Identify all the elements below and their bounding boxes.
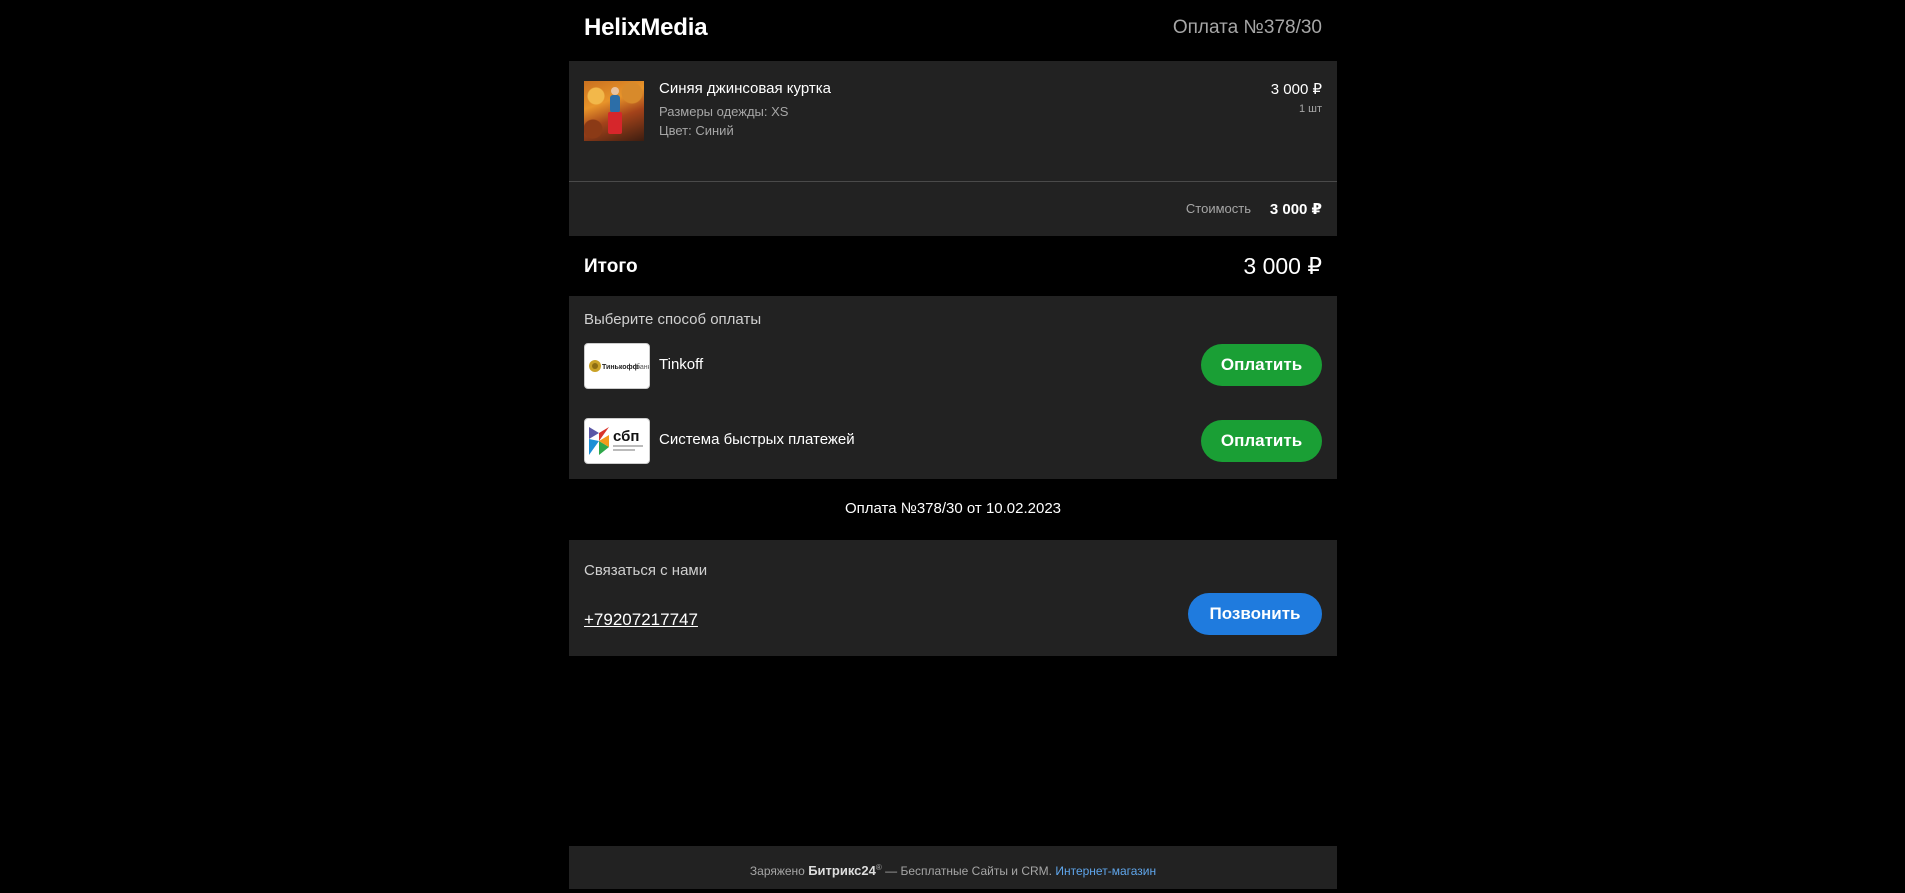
brand-title: HelixMedia: [584, 14, 708, 41]
payment-method-name-sbp: Система быстрых платежей: [659, 431, 855, 448]
sbp-logo: сбп: [584, 418, 650, 464]
call-button[interactable]: Позвонить: [1188, 593, 1322, 635]
contact-section: Связаться с нами +79207217747 Позвонить: [569, 540, 1337, 656]
footer: Заряжено Битрикс24® — Бесплатные Сайты и…: [569, 846, 1337, 889]
product-price: 3 000 ₽: [1270, 81, 1322, 98]
total-value: 3 000 ₽: [1243, 253, 1322, 279]
product-prop-color: Цвет: Синий: [659, 123, 734, 138]
product-prop-size: Размеры одежды: XS: [659, 104, 789, 119]
tinkoff-logo-text: Тинькофф: [602, 364, 639, 371]
bitrix24-logo: Битрикс24: [808, 863, 876, 878]
total-label: Итого: [584, 256, 638, 277]
footer-prefix: Заряжено: [749, 864, 805, 878]
tinkoff-logo: Тинькофф банк: [584, 343, 650, 389]
cost-label: Стоимость: [1185, 201, 1251, 216]
svg-text:банк: банк: [636, 363, 649, 371]
product-card: Синяя джинсовая куртка Размеры одежды: X…: [569, 61, 1337, 181]
payment-methods: Выберите способ оплаты Тинькофф банк Tin…: [569, 296, 1337, 479]
sbp-logo-text: сбп: [613, 428, 639, 445]
contact-phone-link[interactable]: +79207217747: [584, 610, 698, 630]
cost-value: 3 000 ₽: [1269, 201, 1322, 218]
product-name[interactable]: Синяя джинсовая куртка: [659, 80, 831, 97]
payment-method-name-tinkoff: Tinkoff: [659, 356, 704, 373]
payment-page: HelixMedia Оплата №378/30 Синяя джинсова…: [569, 0, 1337, 889]
payment-methods-title: Выберите способ оплаты: [584, 311, 762, 328]
cost-row: Стоимость 3 000 ₽: [569, 182, 1337, 236]
product-quantity: 1 шт: [1298, 103, 1322, 115]
footer-shop-link[interactable]: Интернет-магазин: [1055, 864, 1156, 878]
pay-button-sbp[interactable]: Оплатить: [1201, 420, 1322, 462]
product-image[interactable]: [584, 81, 644, 141]
pay-button-tinkoff[interactable]: Оплатить: [1201, 344, 1322, 386]
payment-date: Оплата №378/30 от 10.02.2023: [844, 500, 1062, 517]
header: HelixMedia Оплата №378/30: [569, 0, 1337, 60]
order-title: Оплата №378/30: [1172, 17, 1322, 38]
contact-title: Связаться с нами: [584, 562, 708, 579]
footer-middle-text: — Бесплатные Сайты и CRM.: [881, 864, 1052, 878]
